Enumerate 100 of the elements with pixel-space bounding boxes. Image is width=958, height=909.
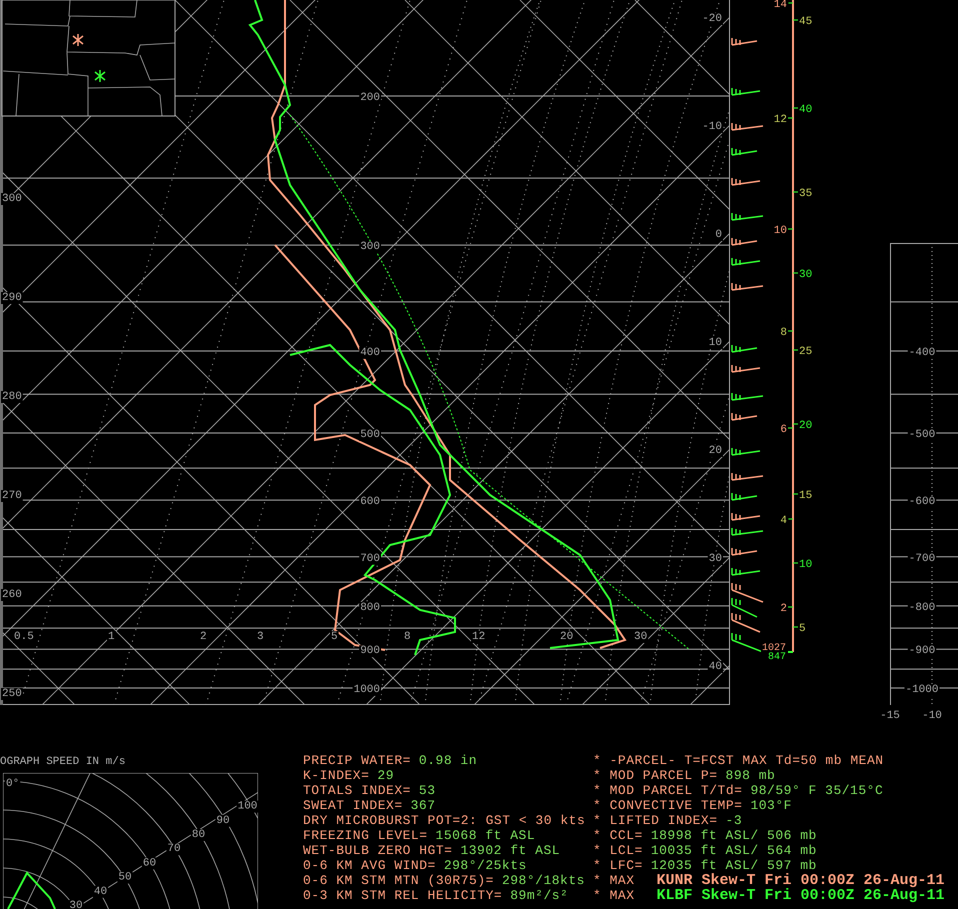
index-label: * MAX	[593, 888, 635, 903]
index-value: 15068 ft ASL	[436, 828, 536, 843]
height-label: 35	[799, 188, 812, 200]
height-label: 10	[774, 225, 787, 237]
height-label: 8	[780, 327, 787, 339]
height-label: 12	[774, 114, 787, 126]
hodograph-trace-line	[7, 871, 56, 909]
pressure-label: 1000	[354, 684, 380, 696]
pressure-label: -600	[908, 496, 936, 508]
speed-label: 90	[216, 814, 230, 827]
index-label: 0-6 KM STM MTN (30R75)=	[303, 873, 494, 888]
index-label: K-INDEX=	[303, 768, 370, 783]
index-value: 298°/18kts	[502, 873, 585, 888]
pressure-label: 400	[360, 346, 380, 359]
speed-label: 70	[167, 843, 181, 856]
speed-label: 100	[238, 800, 258, 813]
pressure-label: 600	[360, 496, 380, 508]
mixing-ratio-label: 3	[257, 631, 264, 643]
index-label: 0-3 KM STM REL HELICITY=	[303, 888, 502, 903]
mixing-ratio-label: 5	[331, 631, 338, 643]
pressure-label: -500	[908, 429, 936, 441]
pressure-label: -700	[908, 552, 936, 565]
mixing-ratio-label: 1	[108, 631, 115, 643]
index-label: * LIFTED INDEX=	[593, 813, 718, 828]
index-value: 898 mb	[726, 768, 776, 783]
temperature-label: -10	[702, 121, 722, 133]
index-label: SWEAT INDEX=	[303, 798, 403, 813]
mixing-ratio-label: 30	[634, 631, 648, 643]
height-label: 40	[799, 104, 812, 116]
pressure-label: 300	[360, 241, 380, 254]
index-label: WET-BULB ZERO HGT=	[303, 843, 452, 858]
height-label: 2	[780, 603, 787, 615]
index-value: 89m²/s²	[510, 888, 568, 903]
index-value: 98/59° F 35/15°C	[750, 783, 884, 798]
index-value: 367	[410, 798, 436, 813]
speed-label: 50	[118, 872, 132, 884]
sounding-title: KLBF Skew-T Fri 00:00Z 26-Aug-11	[656, 888, 945, 903]
speed-label: 60	[142, 857, 156, 870]
pressure-label: -1000	[906, 684, 938, 696]
index-value: 298°/25kts	[444, 858, 527, 873]
height-label: 14	[774, 0, 787, 11]
axis-label: -10	[922, 710, 942, 722]
theta-label: 260	[2, 589, 22, 601]
index-label: * -PARCEL- T=FCST MAX Td=50 mb MEAN	[593, 753, 884, 768]
temperature-label: 30	[708, 553, 722, 565]
surface-height-label: 847	[768, 652, 786, 663]
index-label: * CCL=	[593, 828, 643, 843]
speed-label: 30	[69, 900, 83, 909]
index-label: * MOD PARCEL P=	[593, 768, 718, 783]
index-label: * LCL=	[593, 843, 643, 858]
speed-label: 40	[94, 886, 108, 898]
theta-label: 280	[2, 391, 22, 403]
speed-label: 80	[192, 829, 206, 841]
index-label: * LFC=	[593, 858, 643, 873]
temperature-label: 10	[708, 337, 722, 349]
index-label: * MOD PARCEL T/Td=	[593, 783, 742, 798]
height-label: 15	[799, 490, 812, 502]
height-label: 4	[780, 515, 787, 527]
mixing-ratio-label: 8	[404, 631, 411, 643]
mixing-ratio-label: 20	[560, 631, 574, 643]
temperature-label: 40	[708, 661, 722, 673]
pressure-label: 800	[360, 602, 380, 614]
temperature-label: -20	[702, 13, 722, 25]
index-value: 103°F	[750, 798, 792, 813]
index-value: 0.98 in	[418, 753, 478, 768]
height-label: 45	[799, 16, 812, 28]
theta-label: 290	[2, 292, 22, 304]
index-value: -3	[726, 813, 742, 828]
index-value: 12035 ft ASL/ 597 mb	[650, 858, 817, 873]
pressure-label: -900	[908, 645, 936, 658]
height-label: 10	[799, 559, 812, 571]
direction-label: 0°	[6, 778, 20, 790]
height-label: 6	[780, 424, 787, 436]
index-label: * CONVECTIVE TEMP=	[593, 798, 742, 813]
index-label: TOTALS INDEX=	[303, 783, 411, 798]
temperature-label: 0	[715, 229, 722, 241]
pressure-label: 900	[360, 645, 380, 658]
theta-label: 300	[2, 193, 22, 205]
index-label: FREEZING LEVEL=	[303, 828, 428, 843]
index-value: 13902 ft ASL	[460, 843, 560, 858]
pressure-label: 500	[360, 429, 380, 441]
height-label: 5	[799, 623, 806, 635]
mixing-ratio-label: 2	[200, 631, 207, 643]
index-label: PRECIP WATER=	[303, 753, 411, 768]
temperature-label: 20	[708, 445, 722, 457]
index-label: * MAX	[593, 873, 635, 888]
height-label: 30	[799, 269, 812, 281]
theta-label: 270	[2, 490, 22, 502]
pressure-label: 700	[360, 552, 380, 565]
index-value: 53	[418, 783, 436, 798]
index-value: 29	[377, 768, 394, 783]
index-value: 18998 ft ASL/ 506 mb	[650, 828, 817, 843]
index-label: DRY MICROBURST POT=2: GST < 30 kts	[303, 813, 586, 828]
axis-label: -15	[880, 710, 900, 722]
sounding-title: KUNR Skew-T Fri 00:00Z 26-Aug-11	[656, 873, 945, 888]
height-label: 25	[799, 346, 812, 358]
pressure-label: -800	[908, 602, 936, 614]
mixing-ratio-label: 0.5	[14, 631, 34, 643]
index-label: 0-6 KM AVG WIND=	[303, 858, 436, 873]
mixing-ratio-label: 12	[472, 631, 486, 643]
